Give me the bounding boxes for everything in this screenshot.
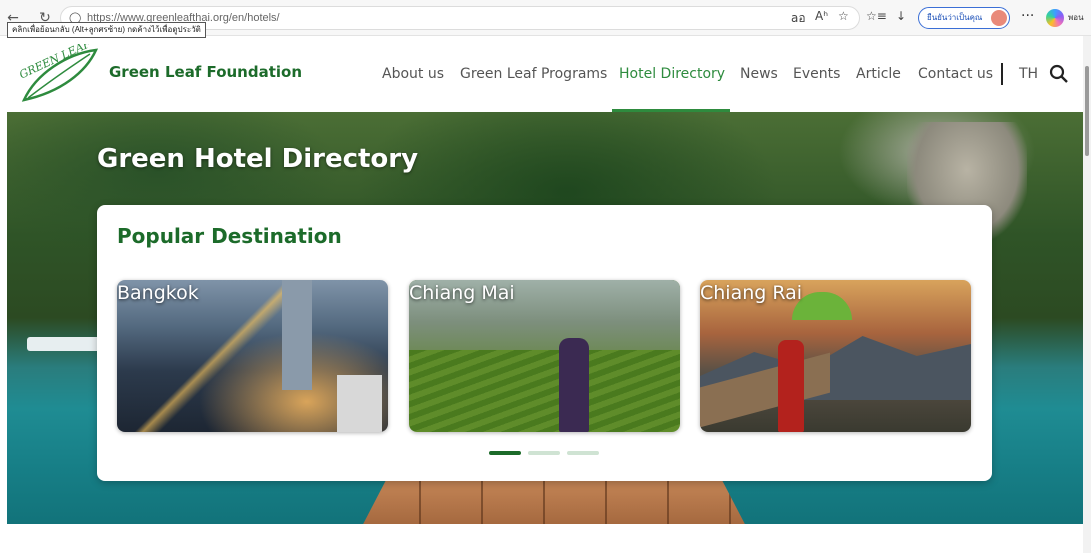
nav-green-leaf-programs[interactable]: Green Leaf Programs <box>460 66 607 82</box>
language-switch[interactable]: TH <box>1019 66 1038 82</box>
favorite-star-icon[interactable]: ☆ <box>838 9 849 23</box>
site-header: GREEN LEAF Green Leaf Foundation About u… <box>0 36 1091 112</box>
slider-dot-2[interactable] <box>528 451 560 455</box>
brand-name[interactable]: Green Leaf Foundation <box>109 63 302 81</box>
nav-article[interactable]: Article <box>856 66 901 82</box>
download-icon[interactable]: ↓ <box>896 9 906 23</box>
popular-destination-card: Popular Destination Bangkok Chiang Mai C… <box>97 205 992 481</box>
hero-banner: Green Hotel Directory Popular Destinatio… <box>7 112 1083 524</box>
section-title: Popular Destination <box>117 224 342 248</box>
favorites-list-icon[interactable]: ☆≡ <box>866 9 887 23</box>
back-button-tooltip: คลิกเพื่อย้อนกลับ (Alt+ลูกศรซ้าย) กดค้าง… <box>7 22 206 38</box>
nav-news[interactable]: News <box>740 66 778 82</box>
nav-events[interactable]: Events <box>793 66 840 82</box>
page-scrollbar[interactable] <box>1083 36 1091 553</box>
nav-about-us[interactable]: About us <box>382 66 444 82</box>
slider-dot-1[interactable] <box>489 451 521 455</box>
destination-card-chiang-rai[interactable]: Chiang Rai <box>700 280 971 432</box>
slider-dot-3[interactable] <box>567 451 599 455</box>
scrollbar-thumb[interactable] <box>1085 66 1089 156</box>
destination-label: Bangkok <box>117 282 199 304</box>
nav-divider <box>1001 63 1003 85</box>
profile-label: ยืนยันว่าเป็นคุณ <box>927 13 983 22</box>
read-aloud-icon[interactable]: Aʰ <box>815 9 828 23</box>
green-leaf-logo[interactable]: GREEN LEAF <box>16 44 100 104</box>
nav-contact-us[interactable]: Contact us <box>918 66 993 82</box>
sidebar-label[interactable]: พอน <box>1068 11 1084 24</box>
destination-card-chiang-mai[interactable]: Chiang Mai <box>409 280 680 432</box>
destination-label: Chiang Rai <box>700 282 803 304</box>
person-image <box>559 338 589 432</box>
avatar <box>991 10 1007 26</box>
woman-image <box>778 340 804 432</box>
copilot-icon[interactable] <box>1046 9 1064 27</box>
profile-button[interactable]: ยืนยันว่าเป็นคุณ <box>918 7 1010 29</box>
svg-text:GREEN LEAF: GREEN LEAF <box>17 44 93 81</box>
destination-card-bangkok[interactable]: Bangkok <box>117 280 388 432</box>
translate-icon[interactable]: aอ <box>791 9 806 28</box>
city-tower-image <box>282 280 312 390</box>
nav-hotel-directory[interactable]: Hotel Directory <box>619 66 725 82</box>
more-menu-icon[interactable]: ··· <box>1021 8 1034 24</box>
destination-label: Chiang Mai <box>409 282 515 304</box>
city-building-image <box>337 375 382 432</box>
search-icon[interactable] <box>1049 64 1069 84</box>
hero-boat-image <box>27 337 107 351</box>
page-title: Green Hotel Directory <box>97 144 419 174</box>
